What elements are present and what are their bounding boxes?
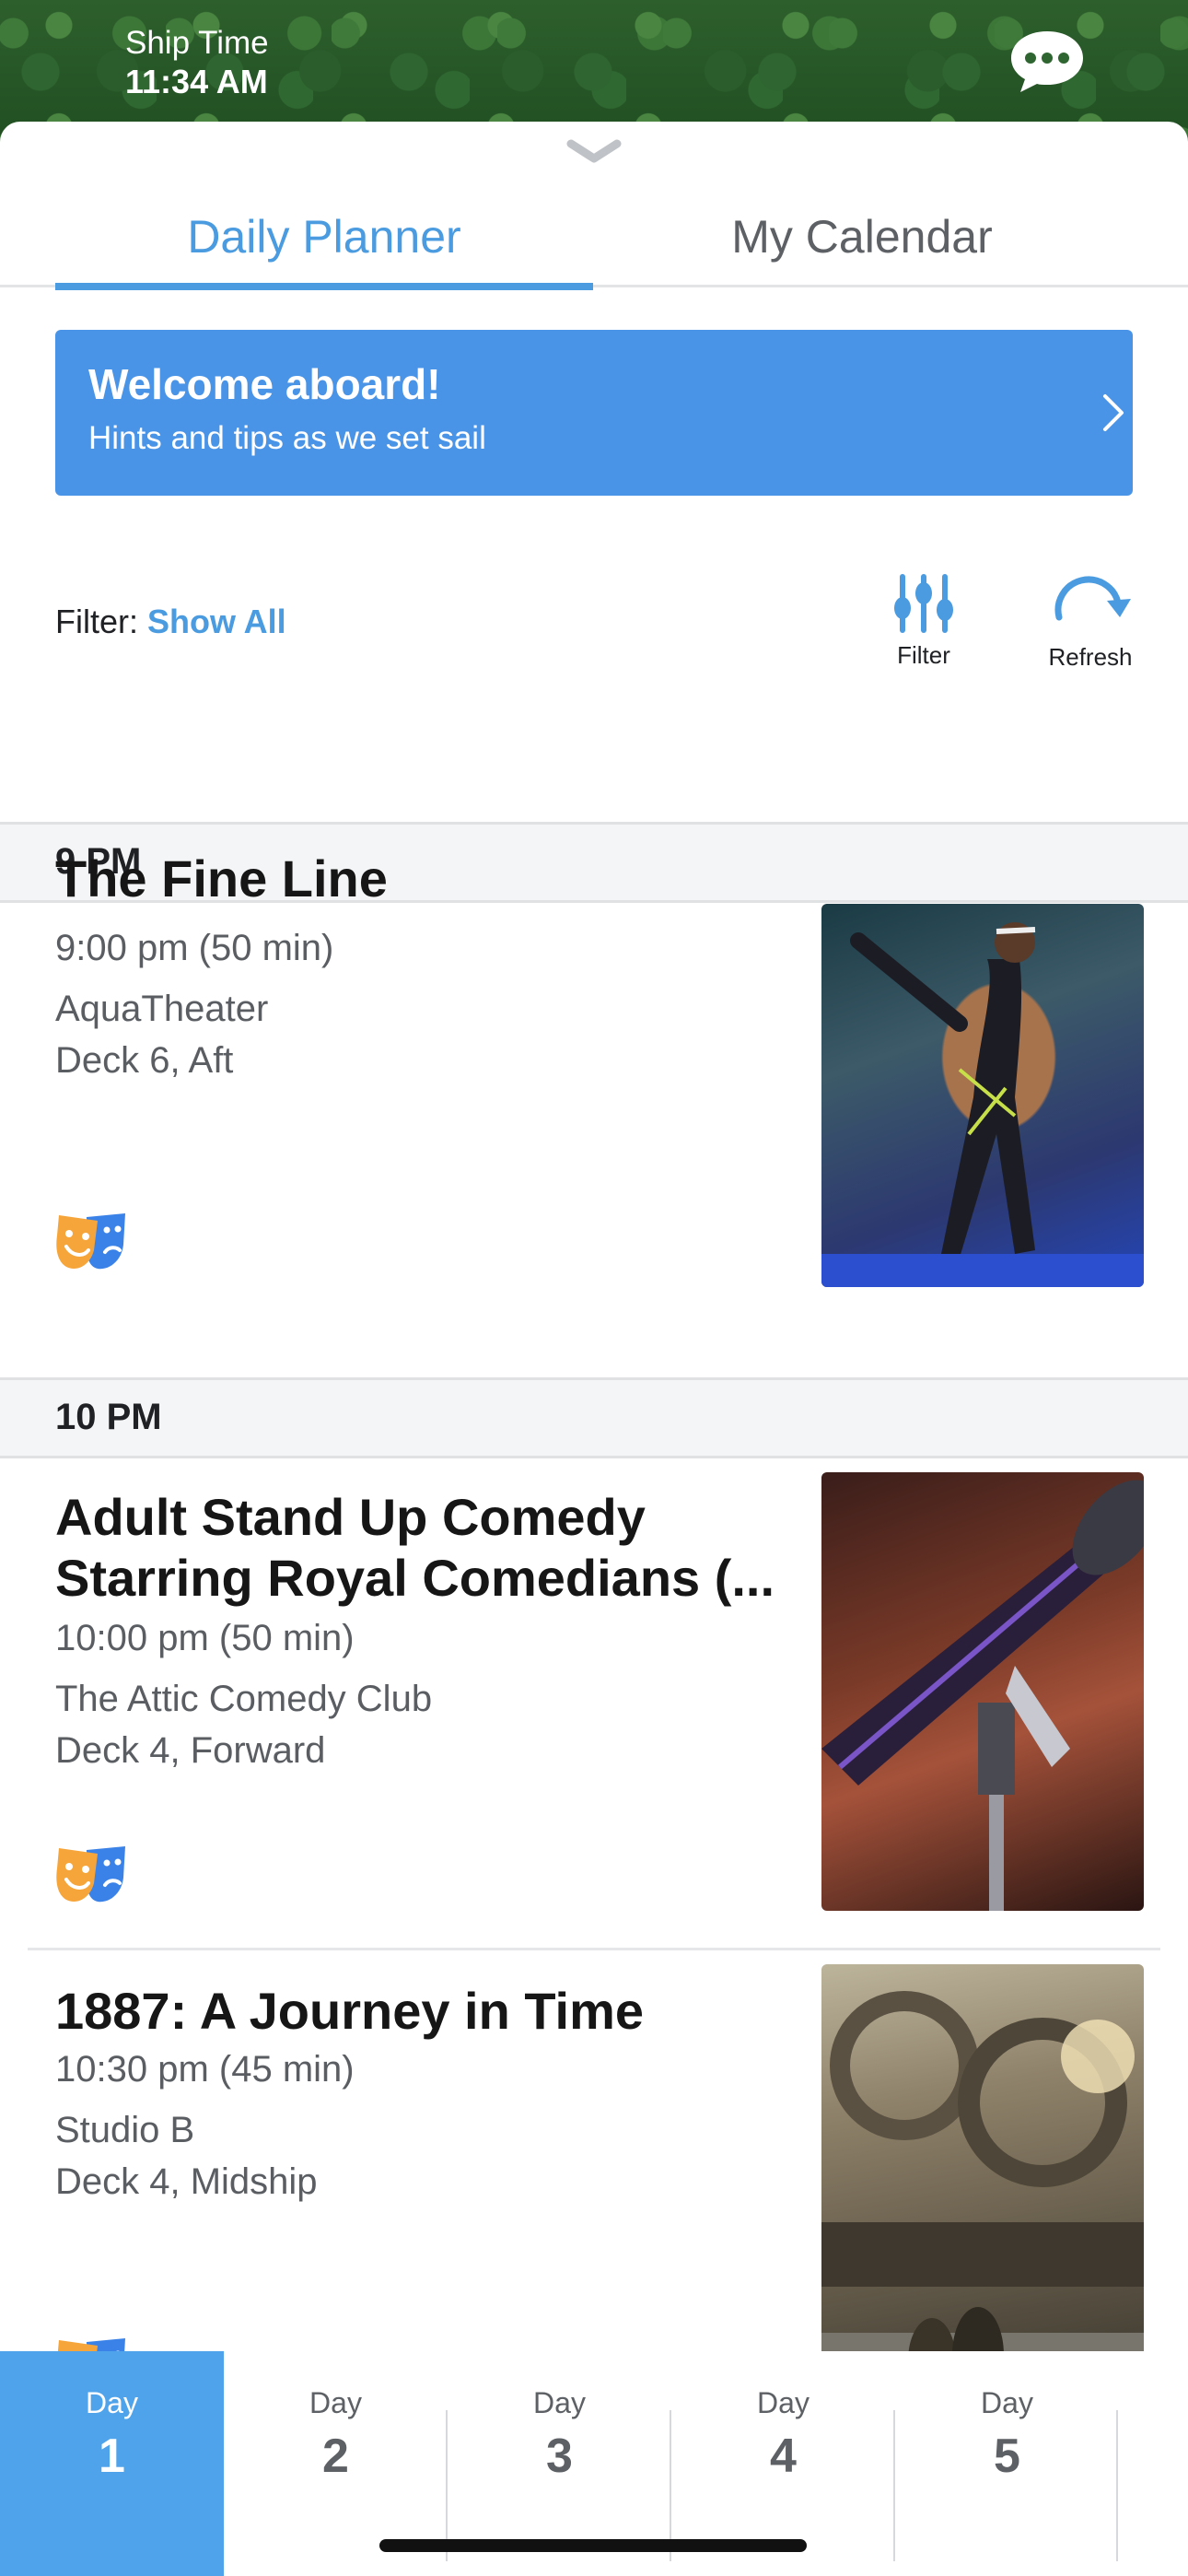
day-number: 2 [322,2430,349,2483]
schedule-list[interactable]: 9 PM The Fine Line 9:00 pm (50 min) Aqua… [0,704,1188,2355]
welcome-subtitle: Hints and tips as we set sail [88,420,486,456]
chat-bubble-icon [1011,31,1083,92]
list-item[interactable]: Adult Stand Up Comedy Starring Royal Com… [0,1472,1188,1966]
planner-sheet: Daily Planner My Calendar Welcome aboard… [0,122,1188,2576]
day-label: Day [757,2386,809,2419]
day-number: 4 [770,2430,797,2483]
welcome-banner[interactable]: Welcome aboard! Hints and tips as we set… [55,330,1133,496]
filter-prefix: Filter: [55,603,138,640]
hour-label: 10 PM [55,1397,162,1437]
steampunk-photo [821,1991,1144,2355]
welcome-title: Welcome aboard! [88,360,441,408]
event-deck: Deck 6, Aft [55,1040,234,1081]
hour-header: 10 PM [0,1377,1188,1458]
event-image [821,1472,1144,1911]
home-indicator[interactable] [379,2539,807,2552]
chevron-right-icon [1103,394,1124,431]
event-time: 10:00 pm (50 min) [55,1618,355,1658]
day-divider [1116,2410,1118,2561]
sliders-icon [894,574,953,633]
event-deck: Deck 4, Midship [55,2161,318,2202]
day-number: 5 [994,2430,1020,2483]
view-tabs: Daily Planner My Calendar [0,195,1188,290]
filter-button[interactable]: Filter [875,573,973,670]
ship-time: Ship Time 11:34 AM [125,24,269,101]
collapse-chevron-icon[interactable] [565,138,623,166]
tab-daily-planner[interactable]: Daily Planner [55,195,593,290]
dancer-photo [821,922,1144,1287]
ship-time-value: 11:34 AM [125,63,268,100]
microphone-photo [821,1480,1144,1911]
filter-button-label: Filter [897,641,950,669]
day-label: Day [533,2386,586,2419]
event-deck: Deck 4, Forward [55,1730,326,1771]
chat-button[interactable] [1007,28,1087,96]
day-label: Day [309,2386,362,2419]
day-number: 1 [99,2430,125,2483]
event-time: 10:30 pm (45 min) [55,2049,355,2090]
theater-masks-icon [56,1213,125,1270]
row-divider [28,1948,1160,1950]
event-venue: AquaTheater [55,989,269,1029]
event-title: The Fine Line [55,849,388,907]
refresh-button-label: Refresh [1048,643,1133,671]
event-venue: The Attic Comedy Club [55,1679,433,1719]
day-label: Day [981,2386,1033,2419]
list-item[interactable]: The Fine Line 9:00 pm (50 min) AquaTheat… [0,849,1188,1422]
day-tab-5[interactable]: Day 5 [895,2351,1119,2576]
filter-show-all-link[interactable]: Show All [147,603,286,640]
day-tab-1[interactable]: Day 1 [0,2351,224,2576]
ship-time-label: Ship Time [125,25,269,61]
event-venue: Studio B [55,2110,195,2150]
event-time: 9:00 pm (50 min) [55,928,334,968]
event-title: Adult Stand Up Comedy Starring Royal Com… [55,1488,775,1607]
theater-masks-icon [56,1846,125,1903]
event-image [821,904,1144,1287]
tab-my-calendar[interactable]: My Calendar [593,195,1131,287]
event-title: 1887: A Journey in Time [55,1982,645,2040]
filter-status-text: Filter: Show All [55,603,286,641]
day-number: 3 [546,2430,573,2483]
app-root: Ship Time 11:34 AM Daily Planner My Cale… [0,0,1188,2576]
day-label: Day [86,2386,138,2419]
event-image [821,1964,1144,2355]
refresh-icon [1054,576,1131,621]
refresh-button[interactable]: Refresh [1035,569,1146,672]
list-item[interactable]: 1887: A Journey in Time 10:30 pm (45 min… [0,1964,1188,2355]
